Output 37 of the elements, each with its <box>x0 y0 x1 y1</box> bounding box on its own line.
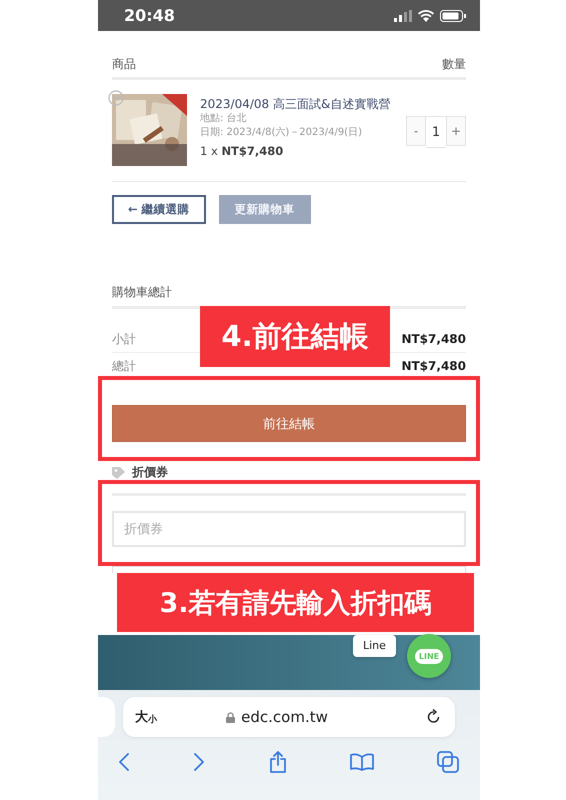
tag-icon <box>112 466 126 478</box>
line-total: 1 x NT$7,480 <box>200 144 284 158</box>
remove-icon[interactable] <box>108 90 124 106</box>
total-value: NT$7,480 <box>401 359 466 373</box>
address-bar[interactable]: 大$_{小}$ edc.com.tw <box>123 697 455 737</box>
increment-button[interactable]: + <box>446 116 466 146</box>
signal-icon <box>394 10 412 22</box>
annotation-label: 4.前往結帳 <box>200 306 390 367</box>
forward-icon[interactable] <box>193 752 206 772</box>
tabs-icon[interactable] <box>437 751 459 773</box>
annotation-label: 3.若有請先輸入折扣碼 <box>117 573 474 632</box>
column-header: 商品 <box>112 56 136 73</box>
battery-icon <box>440 10 466 22</box>
product-date: 日期: 2023/4/8(六)－2023/4/9(日) <box>200 126 363 140</box>
decrement-button[interactable]: - <box>406 116 426 146</box>
url-text: edc.com.tw <box>241 708 328 726</box>
text-size-button[interactable]: 大$_{小}$ <box>135 708 157 726</box>
section-title: 折價券 <box>132 464 168 481</box>
column-header: 數量 <box>442 56 466 73</box>
chat-bubble-label: LINE <box>414 648 444 664</box>
lock-icon <box>226 712 236 722</box>
total-label: 總計 <box>112 358 136 374</box>
continue-shopping-button[interactable]: ← 繼續選購 <box>112 195 206 224</box>
share-icon[interactable] <box>268 751 286 773</box>
product-location: 地點: 台北 <box>200 112 248 126</box>
coupon-field[interactable]: 折價券 <box>112 511 466 547</box>
status-time: 20:48 <box>124 6 175 25</box>
wifi-icon <box>418 10 434 22</box>
total-label: 小計 <box>112 330 136 348</box>
quantity-field[interactable]: 1 <box>426 116 446 148</box>
total-value: NT$7,480 <box>401 332 466 346</box>
back-icon[interactable] <box>118 752 130 772</box>
product-link[interactable]: 2023/04/08 高三面試&自述實戰營 <box>200 96 406 112</box>
checkout-button[interactable]: 前往結帳 <box>112 405 466 442</box>
reload-icon[interactable] <box>427 709 441 725</box>
bookmarks-icon[interactable] <box>350 753 374 771</box>
chat-tooltip[interactable]: Line <box>353 635 396 657</box>
